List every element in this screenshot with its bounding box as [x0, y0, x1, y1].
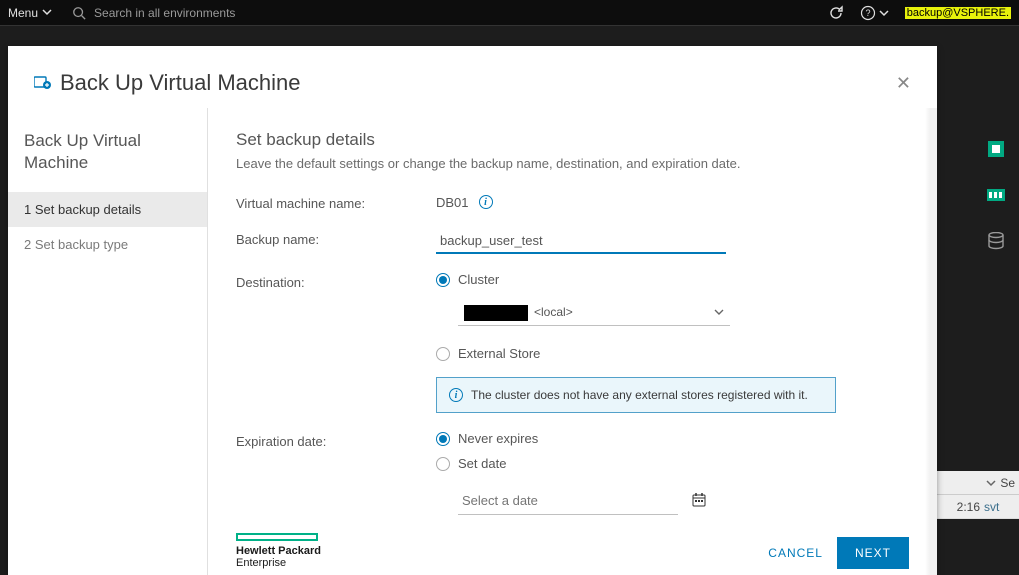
vm-backup-icon: [34, 70, 52, 96]
radio-checked-icon: [436, 432, 450, 446]
bg-table-row: 2:16 svt: [937, 495, 1019, 519]
search-placeholder: Search in all environments: [94, 6, 235, 20]
wizard-nav: Back Up Virtual Machine 1 Set backup det…: [8, 108, 208, 575]
expiration-label: Expiration date:: [236, 431, 436, 515]
modal-title-text: Back Up Virtual Machine: [60, 70, 301, 96]
expiration-setdate-radio[interactable]: Set date: [436, 456, 909, 471]
alert-text: The cluster does not have any external s…: [471, 388, 808, 402]
chevron-down-icon: [42, 6, 52, 20]
section-description: Leave the default settings or change the…: [236, 156, 909, 171]
radio-unchecked-icon: [436, 457, 450, 471]
current-user[interactable]: backup@VSPHERE.: [905, 7, 1011, 19]
menu-dropdown[interactable]: Menu: [8, 6, 52, 20]
form-content: Set backup details Leave the default set…: [208, 108, 937, 575]
destination-cluster-radio[interactable]: Cluster: [436, 272, 909, 287]
database-icon[interactable]: [987, 232, 1005, 250]
bg-col-label: Se: [1000, 476, 1015, 490]
panel-icon-2[interactable]: [987, 186, 1005, 204]
refresh-icon[interactable]: [828, 5, 844, 21]
panel-icon-1[interactable]: [987, 140, 1005, 158]
close-icon[interactable]: ✕: [896, 73, 911, 94]
destination-external-radio[interactable]: External Store: [436, 346, 909, 361]
svg-text:?: ?: [865, 8, 870, 18]
calendar-icon[interactable]: [692, 493, 706, 510]
chevron-down-icon: [714, 306, 724, 320]
hpe-logo: Hewlett Packard Enterprise: [236, 533, 321, 569]
help-dropdown[interactable]: ?: [860, 5, 889, 21]
menu-label: Menu: [8, 6, 38, 20]
wizard-step-2[interactable]: 2 Set backup type: [8, 227, 207, 262]
search-icon: [72, 6, 86, 20]
backup-name-label: Backup name:: [236, 229, 436, 254]
cluster-select[interactable]: <local>: [458, 301, 730, 326]
info-icon: i: [449, 388, 463, 402]
vm-name-label: Virtual machine name:: [236, 193, 436, 211]
redacted-cluster-name: [464, 305, 528, 321]
cancel-button[interactable]: CANCEL: [768, 546, 823, 560]
expiration-date-input[interactable]: [458, 487, 678, 515]
section-heading: Set backup details: [236, 130, 909, 150]
global-search[interactable]: Search in all environments: [72, 6, 808, 20]
modal-header: Back Up Virtual Machine ✕: [8, 46, 937, 108]
vm-name-value: DB01: [436, 195, 469, 210]
info-icon[interactable]: i: [479, 195, 493, 209]
scrollbar[interactable]: [925, 108, 937, 575]
radio-unchecked-icon: [436, 347, 450, 361]
destination-label: Destination:: [236, 272, 436, 413]
bg-row-time: 2:16: [957, 500, 980, 514]
next-button[interactable]: NEXT: [837, 537, 909, 569]
modal-title: Back Up Virtual Machine: [34, 70, 301, 96]
expiration-never-radio[interactable]: Never expires: [436, 431, 909, 446]
top-bar: Menu Search in all environments ? backup…: [0, 0, 1019, 26]
external-store-alert: i The cluster does not have any external…: [436, 377, 836, 413]
radio-checked-icon: [436, 273, 450, 287]
wizard-step-1[interactable]: 1 Set backup details: [8, 192, 207, 227]
right-rail: [987, 140, 1005, 250]
backup-vm-modal: Back Up Virtual Machine ✕ Back Up Virtua…: [8, 46, 937, 575]
bg-column-header: Se: [937, 471, 1019, 495]
backup-name-input[interactable]: [436, 229, 726, 254]
wizard-title: Back Up Virtual Machine: [8, 130, 207, 192]
bg-row-link[interactable]: svt: [984, 500, 999, 514]
